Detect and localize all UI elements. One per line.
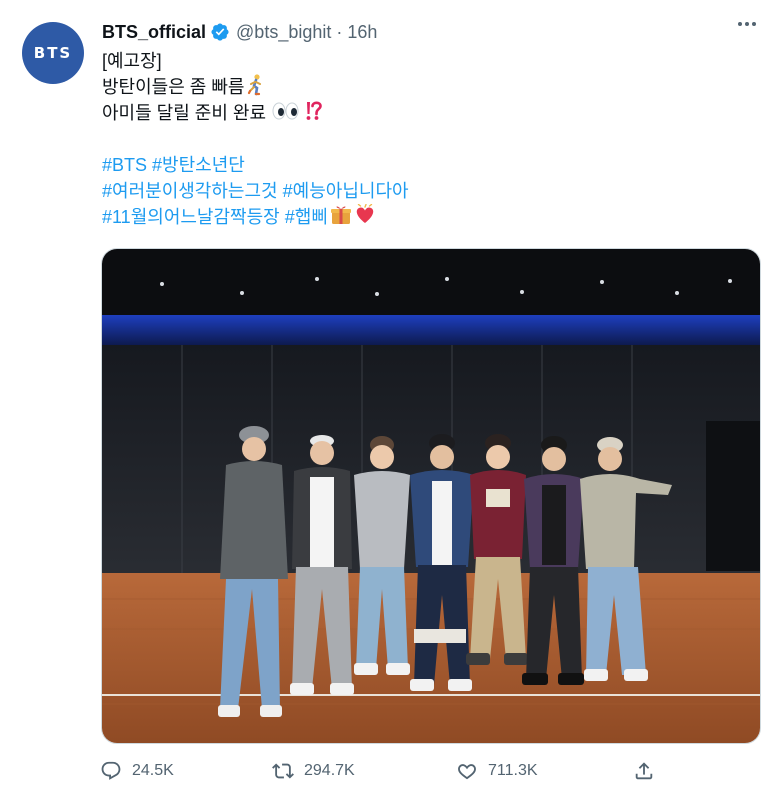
avatar-logo-text: BTS: [33, 44, 73, 62]
tweet-photo[interactable]: [101, 248, 761, 744]
verified-badge-icon: [211, 23, 229, 41]
share-button[interactable]: [633, 760, 655, 782]
retweet-count: 294.7K: [304, 762, 355, 779]
text-line-2-content: 방탄이들은 좀 빠름: [102, 77, 245, 97]
reply-count: 24.5K: [132, 762, 174, 779]
hashtag-line-2: #여러분이생각하는그것 #예능아닙니다아: [102, 178, 762, 204]
heart-emoji-icon: [356, 204, 374, 223]
reply-button[interactable]: 24.5K: [100, 760, 174, 782]
avatar[interactable]: BTS: [22, 22, 84, 84]
like-button[interactable]: 711.3K: [456, 760, 538, 782]
text-line-3: 아미들 달릴 준비 완료: [102, 100, 762, 126]
handle[interactable]: @bts_bighit: [236, 22, 331, 43]
eyes-emoji-icon: [272, 102, 299, 120]
hashtag-bts[interactable]: #BTS: [102, 155, 147, 175]
like-count: 711.3K: [488, 762, 538, 779]
running-man-emoji-icon: [248, 74, 262, 96]
tweet-header: BTS_official @bts_bighit · 16h: [102, 20, 377, 44]
hashtag-not-variety[interactable]: #예능아닙니다아: [283, 181, 409, 201]
share-icon: [635, 762, 653, 780]
more-options-icon[interactable]: [738, 22, 756, 26]
gift-emoji-icon: [330, 206, 351, 224]
hashtag-what-you-think[interactable]: #여러분이생각하는그것: [102, 181, 278, 201]
hashtag-november-surprise[interactable]: #11월의어느날감짝등장: [102, 207, 280, 227]
retweet-button[interactable]: 294.7K: [272, 760, 355, 782]
hashtag-bangtan[interactable]: #방탄소년단: [152, 155, 245, 175]
group-photo-image: [102, 249, 760, 743]
tweet-card[interactable]: BTS BTS_official @bts_bighit · 16h [예고장]…: [0, 0, 780, 800]
text-line-2: 방탄이들은 좀 빠름: [102, 74, 762, 100]
retweet-icon: [272, 763, 294, 779]
exclamation-question-icon: [306, 101, 322, 120]
hashtag-line-3: #11월의어느날감짝등장 #햅삐: [102, 204, 762, 230]
display-name[interactable]: BTS_official: [102, 22, 206, 43]
hashtag-happy-birthday[interactable]: #햅삐: [285, 207, 328, 227]
reply-icon: [101, 761, 121, 780]
heart-icon: [458, 764, 476, 780]
timestamp[interactable]: 16h: [347, 22, 377, 43]
separator-dot: ·: [336, 21, 343, 42]
hashtag-line-1: #BTS #방탄소년단: [102, 152, 762, 178]
tweet-text: [예고장] 방탄이들은 좀 빠름 아미들 달릴 준비 완료 #BTS #방탄소년…: [102, 48, 762, 230]
tweet-actions: 24.5K 294.7K 711.3K: [100, 760, 660, 788]
text-line-1: [예고장]: [102, 51, 162, 71]
text-line-3-content: 아미들 달릴 준비 완료: [102, 103, 267, 123]
